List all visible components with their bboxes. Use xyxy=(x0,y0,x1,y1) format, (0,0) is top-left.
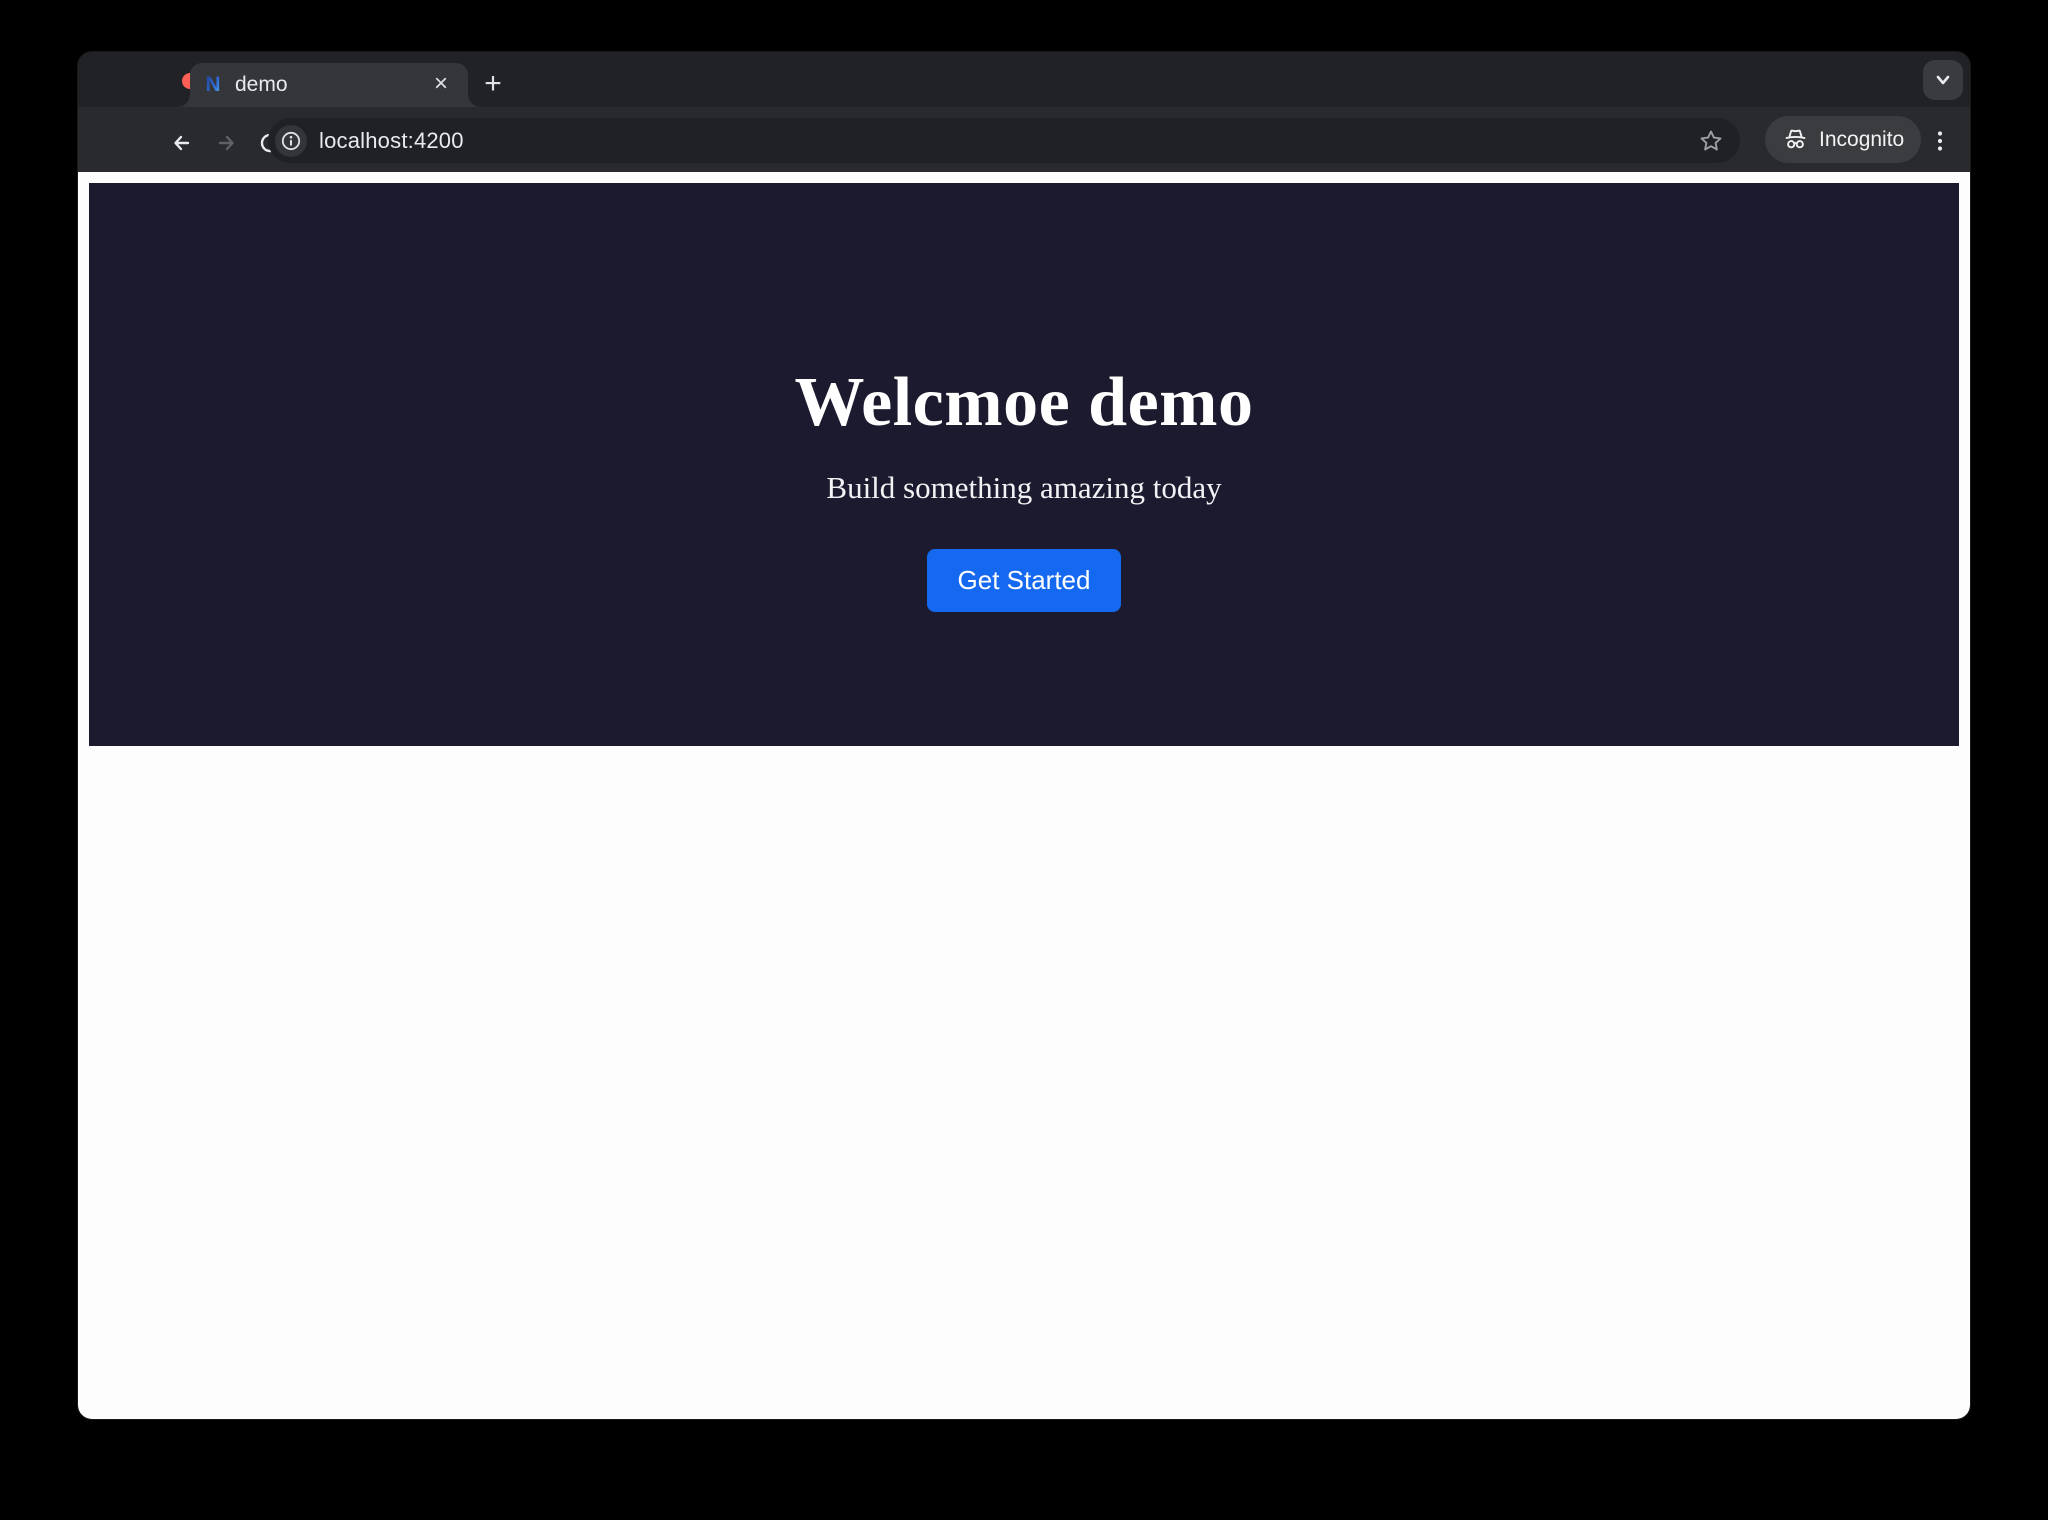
chevron-down-icon xyxy=(1932,69,1954,91)
hero-subtitle: Build something amazing today xyxy=(826,468,1221,508)
hero-title: Welcmoe demo xyxy=(795,363,1254,443)
browser-window: N demo × + xyxy=(78,52,1970,1419)
kebab-menu-icon xyxy=(1927,128,1953,154)
browser-menu-button[interactable] xyxy=(1922,123,1958,159)
tab-title: demo xyxy=(235,73,426,97)
get-started-button[interactable]: Get Started xyxy=(927,549,1121,612)
browser-toolbar: localhost:4200 Incognito xyxy=(78,107,1970,172)
hero-section: Welcmoe demo Build something amazing tod… xyxy=(89,183,1959,746)
incognito-label: Incognito xyxy=(1819,128,1904,152)
incognito-badge[interactable]: Incognito xyxy=(1765,116,1921,163)
tab-strip: N demo × + xyxy=(78,52,1970,107)
star-icon xyxy=(1697,127,1725,155)
forward-arrow-icon xyxy=(210,128,240,158)
new-tab-button[interactable]: + xyxy=(475,67,511,103)
back-button[interactable] xyxy=(166,126,200,160)
url-text[interactable]: localhost:4200 xyxy=(319,128,1696,154)
back-arrow-icon xyxy=(168,128,198,158)
incognito-icon xyxy=(1782,126,1809,153)
site-info-chip[interactable] xyxy=(275,125,307,157)
bookmark-button[interactable] xyxy=(1696,126,1726,156)
tab-close-icon[interactable]: × xyxy=(426,70,456,100)
page-viewport: Welcmoe demo Build something amazing tod… xyxy=(78,172,1970,1419)
address-bar[interactable]: localhost:4200 xyxy=(268,118,1740,163)
info-icon xyxy=(280,130,302,152)
tab-favicon-icon: N xyxy=(202,74,224,96)
tab-demo[interactable]: N demo × xyxy=(190,63,468,107)
tab-search-button[interactable] xyxy=(1923,60,1963,100)
forward-button[interactable] xyxy=(208,126,242,160)
